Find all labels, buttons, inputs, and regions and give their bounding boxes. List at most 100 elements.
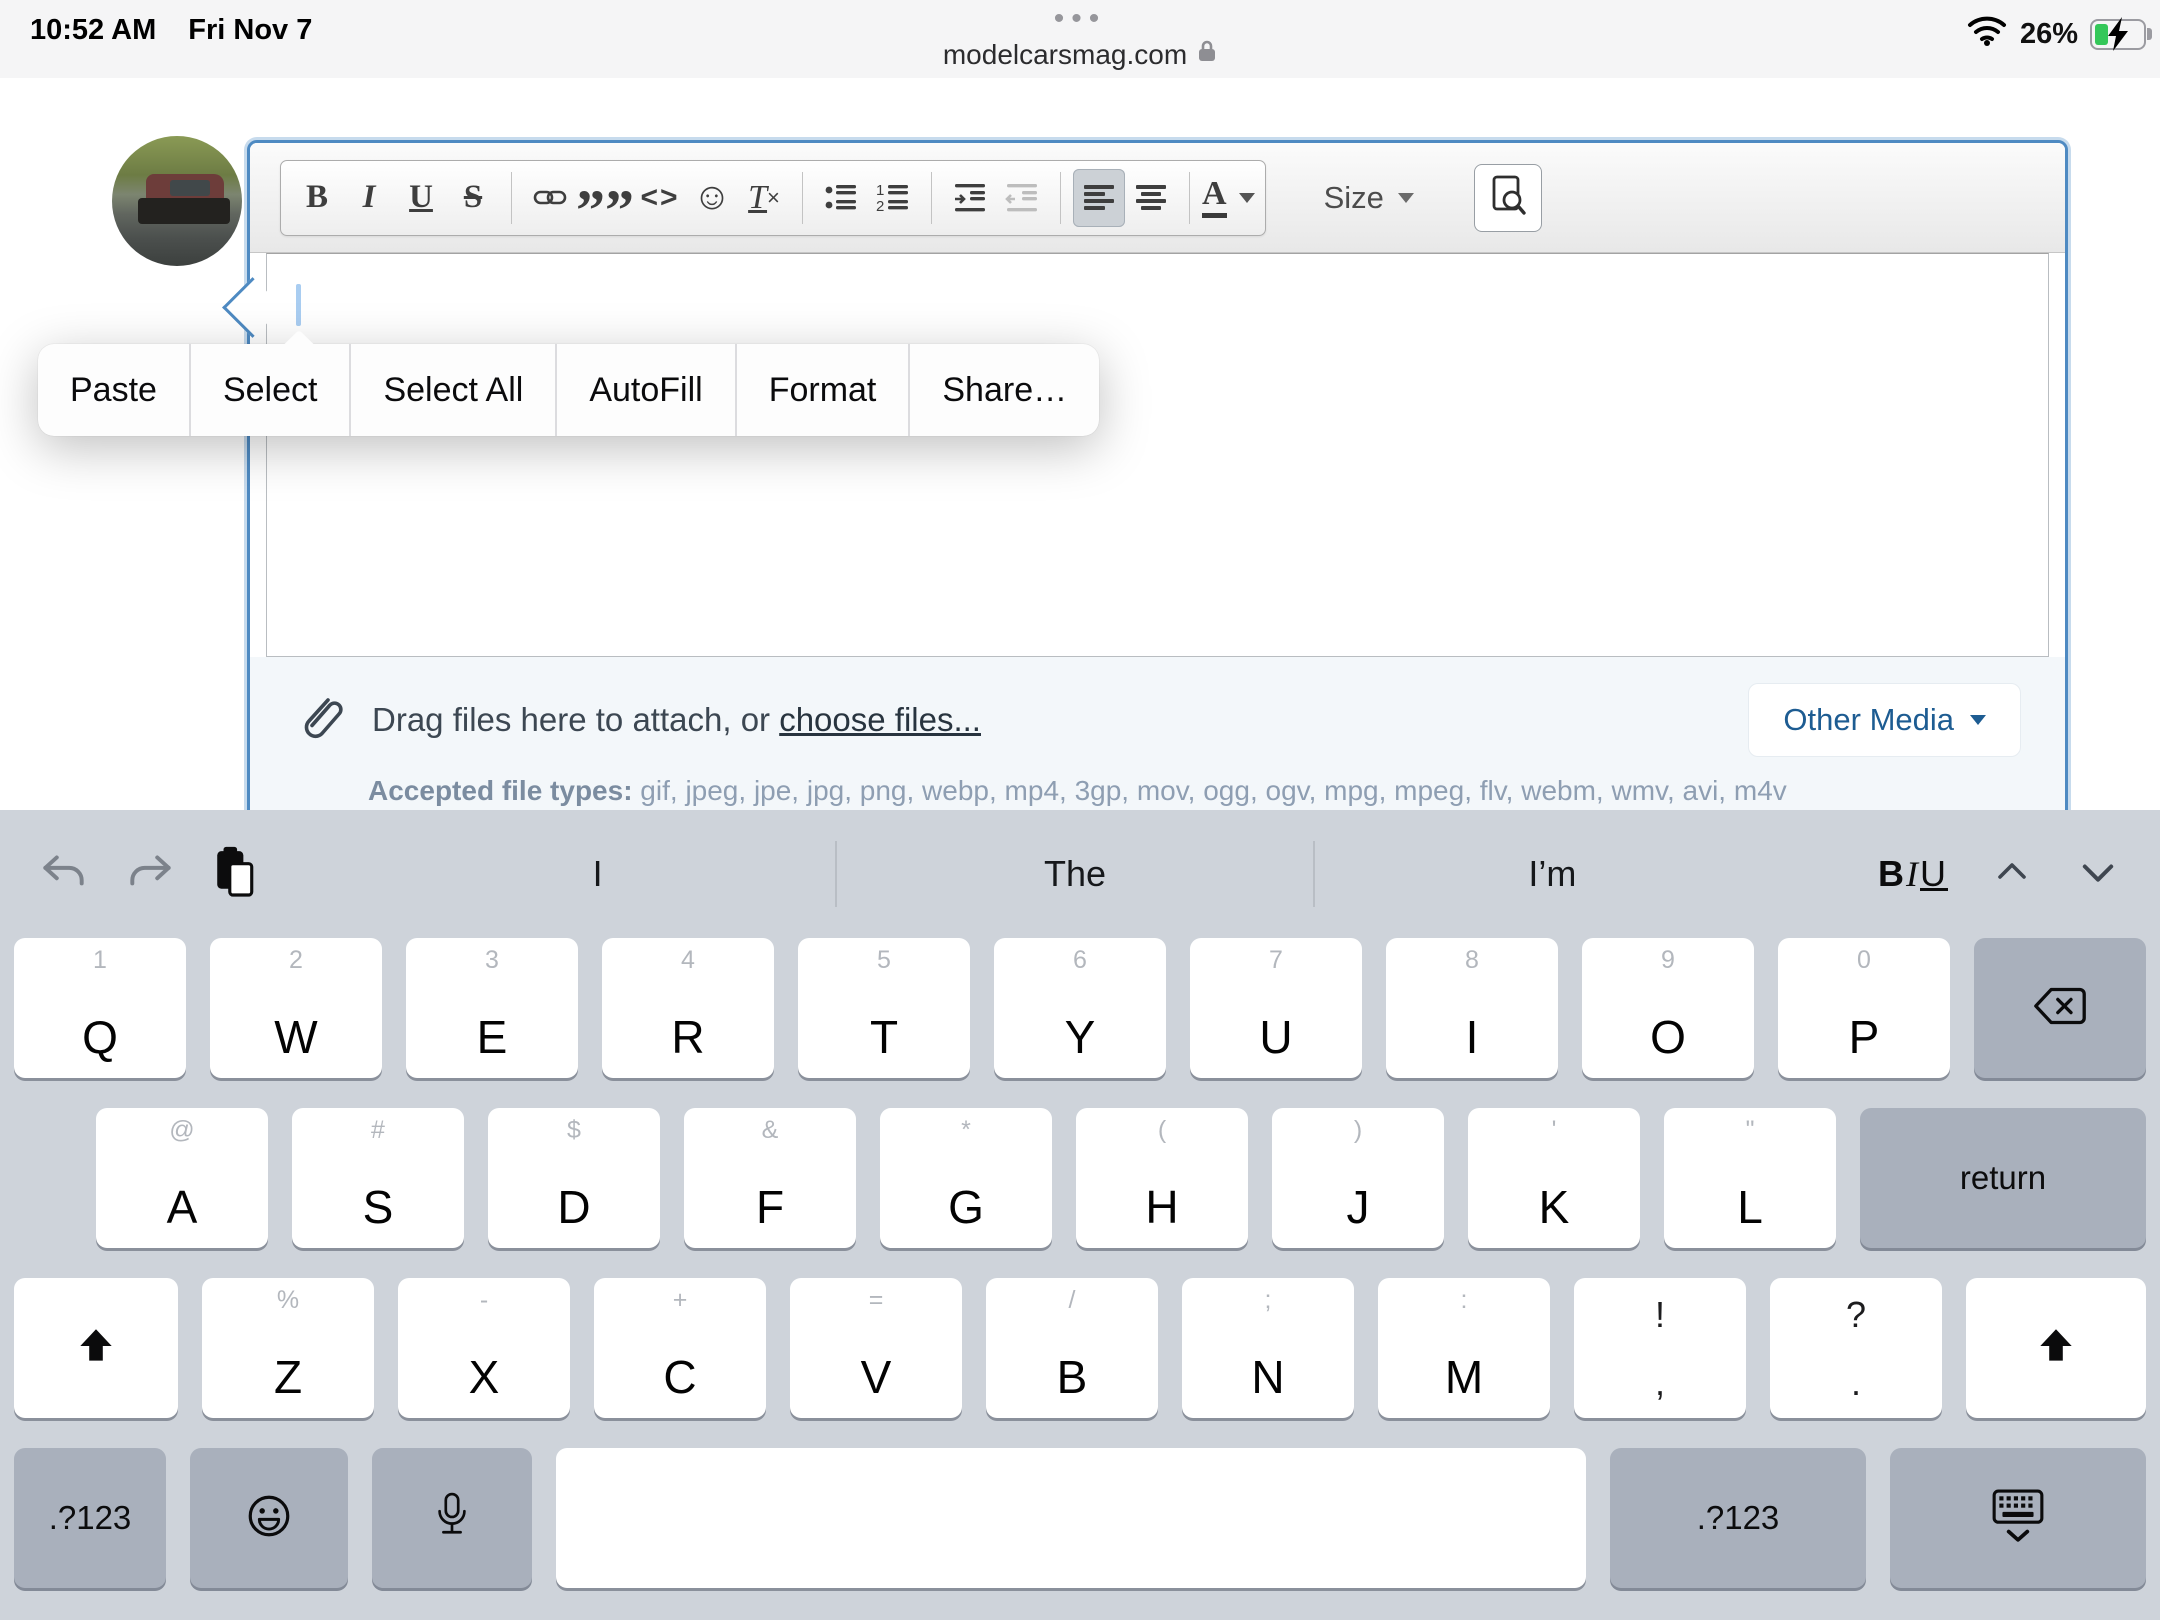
key-hint: 3 <box>485 946 499 974</box>
numbered-list-icon[interactable]: 12 <box>867 169 919 227</box>
key-i[interactable]: 8I <box>1386 938 1558 1078</box>
key-hint: + <box>672 1286 688 1314</box>
key-j[interactable]: ) J <box>1272 1108 1444 1248</box>
return-key[interactable]: return <box>1860 1108 2146 1248</box>
sym-key[interactable]: .?123 <box>14 1448 166 1588</box>
key-punct-9[interactable]: ?. <box>1770 1278 1942 1418</box>
space-key[interactable] <box>556 1448 1586 1588</box>
key-label: O <box>1650 1011 1686 1063</box>
key-punct-8[interactable]: !, <box>1574 1278 1746 1418</box>
key-x[interactable]: -X <box>398 1278 570 1418</box>
underline-button[interactable]: U <box>395 169 447 227</box>
chevron-up-icon[interactable] <box>1992 852 2032 897</box>
prediction-2[interactable]: The <box>837 853 1312 895</box>
shift-key[interactable] <box>14 1278 178 1418</box>
text-cursor <box>296 284 301 326</box>
key-c[interactable]: + C <box>594 1278 766 1418</box>
battery-percent: 26% <box>2019 17 2078 50</box>
shift-key[interactable] <box>1966 1278 2146 1418</box>
align-left-icon[interactable] <box>1073 168 1125 227</box>
menu-item-select[interactable]: Select <box>191 344 350 436</box>
key-label: I <box>1465 1011 1479 1063</box>
align-center-icon[interactable] <box>1125 169 1177 227</box>
key-p[interactable]: 0P <box>1778 938 1950 1078</box>
preview-button[interactable] <box>1473 163 1542 232</box>
key-k[interactable]: ' K <box>1468 1108 1640 1248</box>
address-domain[interactable]: modelcarsmag.com <box>943 39 1187 71</box>
prediction-3[interactable]: I’m <box>1315 853 1790 895</box>
delete-key[interactable] <box>1974 938 2146 1078</box>
format-shortcut-button[interactable]: BIU <box>1878 853 1948 895</box>
key-hint: = <box>868 1286 884 1314</box>
key-s[interactable]: # S <box>292 1108 464 1248</box>
indent-icon[interactable] <box>944 169 996 227</box>
key-hint: * <box>961 1116 971 1144</box>
menu-item-share[interactable]: Share… <box>910 344 1099 436</box>
key-e[interactable]: 3E <box>406 938 578 1078</box>
key-g[interactable]: * G <box>880 1108 1052 1248</box>
key-n[interactable]: ; N <box>1182 1278 1354 1418</box>
key-w[interactable]: 2W <box>210 938 382 1078</box>
wifi-icon <box>1966 14 2008 54</box>
key-label: return <box>1959 1159 2047 1196</box>
remove-format-icon[interactable]: T × <box>738 169 790 227</box>
key-o[interactable]: 9O <box>1582 938 1754 1078</box>
font-size-dropdown[interactable]: Size <box>1324 180 1414 216</box>
other-media-button[interactable]: Other Media <box>1748 683 2021 757</box>
key-f[interactable]: & F <box>684 1108 856 1248</box>
tab-overflow-dots[interactable]: ••• <box>0 2 2160 36</box>
sym-key[interactable]: .?123 <box>1610 1448 1866 1588</box>
menu-item-paste[interactable]: Paste <box>38 344 189 436</box>
key-y[interactable]: 6Y <box>994 938 1166 1078</box>
key-q[interactable]: 1Q <box>14 938 186 1078</box>
key-label: .?123 <box>1696 1499 1780 1536</box>
bold-button[interactable]: B <box>291 169 343 227</box>
key-label-top: ? <box>1845 1294 1867 1335</box>
key-label-bottom: , <box>1654 1362 1665 1403</box>
key-z[interactable]: % Z <box>202 1278 374 1418</box>
key-a[interactable]: @ A <box>96 1108 268 1248</box>
shift-icon <box>2033 1323 2079 1374</box>
bullet-list-icon[interactable] <box>815 169 867 227</box>
key-r[interactable]: 4R <box>602 938 774 1078</box>
key-hint: ) <box>1353 1116 1363 1144</box>
attachment-zone[interactable]: Drag files here to attach, or choose fil… <box>250 657 2065 810</box>
avatar[interactable] <box>112 136 242 266</box>
paste-icon[interactable] <box>212 844 258 905</box>
outdent-icon[interactable] <box>996 169 1048 227</box>
post-text-area[interactable] <box>266 253 2049 657</box>
key-h[interactable]: (H <box>1076 1108 1248 1248</box>
key-label: E <box>476 1011 508 1063</box>
key-hint: & <box>761 1116 779 1144</box>
code-icon[interactable]: <> <box>634 169 686 227</box>
key-m[interactable]: :M <box>1378 1278 1550 1418</box>
key-label: T <box>869 1011 899 1063</box>
key-b[interactable]: / B <box>986 1278 1158 1418</box>
redo-icon[interactable] <box>124 849 178 900</box>
key-d[interactable]: $ D <box>488 1108 660 1248</box>
choose-files-link[interactable]: choose files... <box>779 701 981 738</box>
emoji-key[interactable] <box>190 1448 348 1588</box>
blockquote-icon[interactable]: ”” <box>576 169 634 239</box>
strikethrough-button[interactable]: S <box>447 169 499 227</box>
key-u[interactable]: 7U <box>1190 938 1362 1078</box>
key-l[interactable]: " L <box>1664 1108 1836 1248</box>
key-v[interactable]: = V <box>790 1278 962 1418</box>
key-label: W <box>274 1011 318 1063</box>
menu-item-select-all[interactable]: Select All <box>351 344 555 436</box>
undo-icon[interactable] <box>36 849 90 900</box>
chevron-down-icon[interactable] <box>2076 850 2120 899</box>
key-hint: " <box>1745 1116 1755 1144</box>
prediction-1[interactable]: I <box>360 853 835 895</box>
menu-item-format[interactable]: Format <box>737 344 909 436</box>
link-icon[interactable] <box>524 169 576 227</box>
key-t[interactable]: 5T <box>798 938 970 1078</box>
menu-item-autofill[interactable]: AutoFill <box>557 344 734 436</box>
dismiss-key[interactable] <box>1890 1448 2146 1588</box>
italic-button[interactable]: I <box>343 169 395 227</box>
page-content: B I U S ”” <> ☺ T × 1 2 A Size Drag file… <box>0 78 2160 810</box>
mic-key[interactable] <box>372 1448 532 1588</box>
emoji-icon[interactable]: ☺ <box>686 169 738 227</box>
font-color-button[interactable]: A <box>1202 169 1255 227</box>
post-editor[interactable]: B I U S ”” <> ☺ T × 1 2 A Size Drag file… <box>247 140 2068 810</box>
